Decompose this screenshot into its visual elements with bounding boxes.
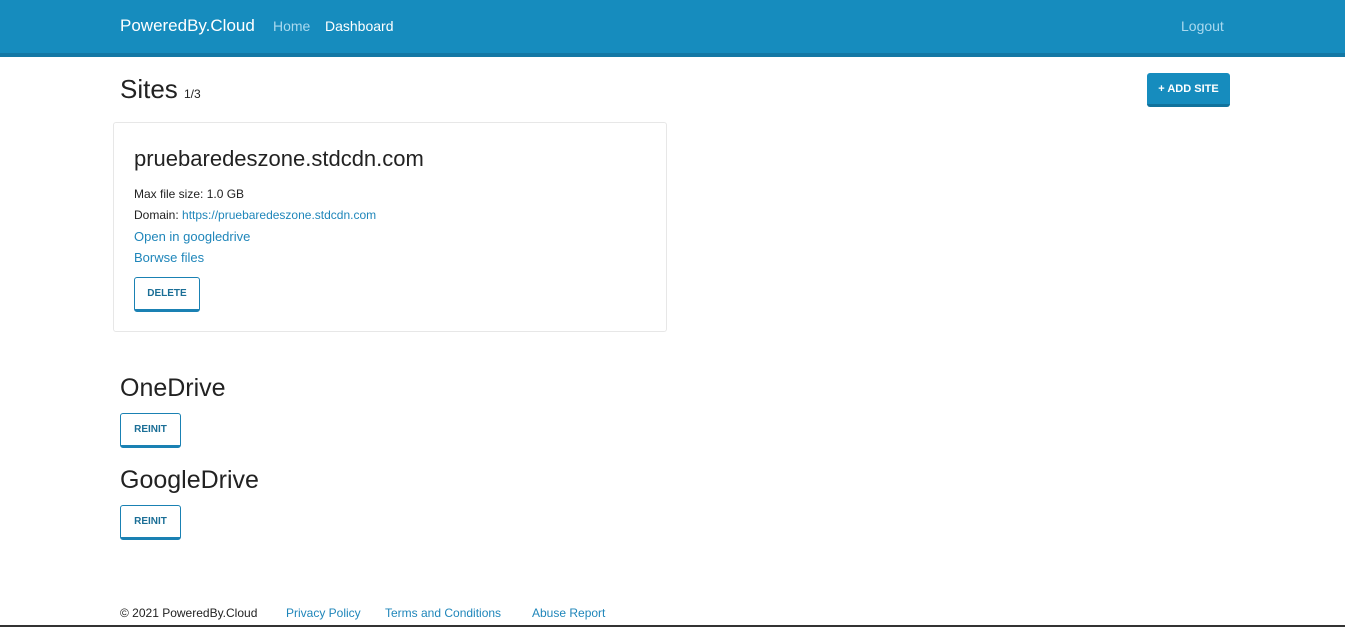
googledrive-reinit-button[interactable]: REINIT (120, 505, 181, 540)
onedrive-reinit-button[interactable]: REINIT (120, 413, 181, 448)
terms-link[interactable]: Terms and Conditions (385, 606, 501, 620)
top-navbar: PoweredBy.Cloud Home Dashboard Logout (0, 0, 1345, 57)
add-site-button[interactable]: + ADD SITE (1147, 73, 1230, 107)
privacy-policy-link[interactable]: Privacy Policy (286, 606, 361, 620)
copyright-text: © 2021 PoweredBy.Cloud (120, 606, 258, 620)
nav-home-link[interactable]: Home (273, 18, 310, 34)
max-file-size-label: Max file size: (134, 187, 204, 201)
domain-label: Domain: (134, 208, 179, 222)
max-file-size: Max file size: 1.0 GB (134, 187, 244, 201)
abuse-report-link[interactable]: Abuse Report (532, 606, 605, 620)
delete-site-button[interactable]: DELETE (134, 277, 200, 312)
nav-dashboard-link[interactable]: Dashboard (325, 18, 394, 34)
onedrive-title: OneDrive (120, 374, 226, 402)
brand-link[interactable]: PoweredBy.Cloud (120, 16, 255, 36)
site-count: 1/3 (184, 87, 201, 101)
page-title: Sites (120, 74, 178, 104)
googledrive-title: GoogleDrive (120, 466, 259, 494)
logout-link[interactable]: Logout (1181, 18, 1224, 34)
max-file-size-value: 1.0 GB (206, 187, 245, 201)
site-domain: Domain: https://pruebaredeszone.stdcdn.c… (134, 208, 376, 222)
open-in-googledrive-link[interactable]: Open in googledrive (134, 229, 250, 244)
domain-link[interactable]: https://pruebaredeszone.stdcdn.com (182, 208, 376, 222)
site-name: pruebaredeszone.stdcdn.com (134, 146, 424, 171)
browse-files-link[interactable]: Borwse files (134, 250, 204, 265)
footer: © 2021 PoweredBy.Cloud Privacy Policy Te… (0, 600, 1345, 627)
site-card: pruebaredeszone.stdcdn.com Max file size… (113, 122, 667, 332)
